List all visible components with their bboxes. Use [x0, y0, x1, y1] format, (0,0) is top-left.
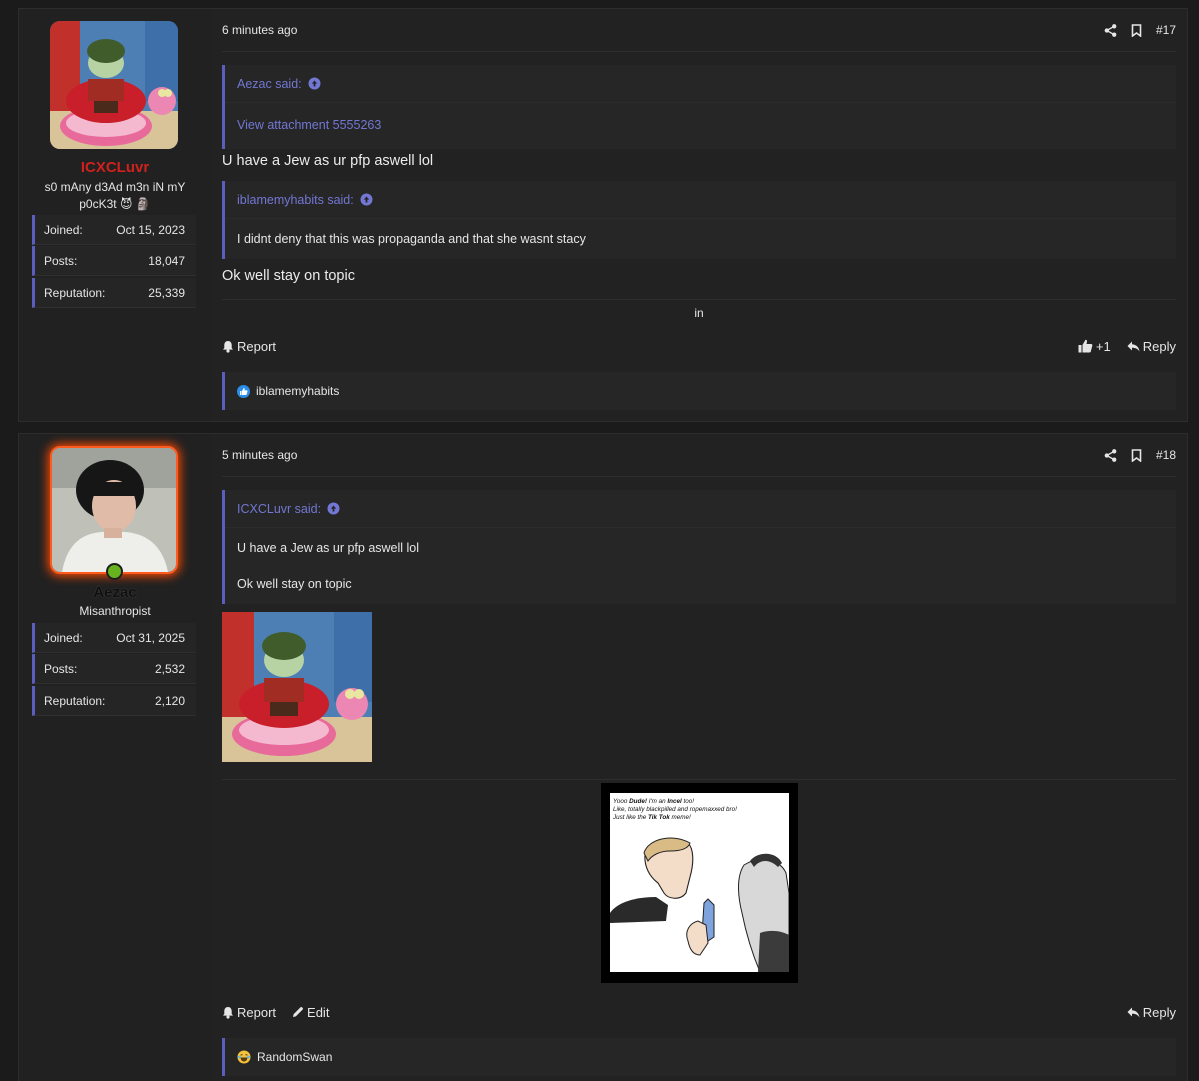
- reactions-bar[interactable]: iblamemyhabits: [222, 372, 1176, 410]
- quote-block: Aezac said: View attachment 5555263: [222, 65, 1176, 149]
- edit-label: Edit: [307, 1004, 330, 1020]
- share-icon[interactable]: [1104, 448, 1117, 462]
- reply-icon: [1127, 341, 1140, 351]
- bookmark-icon[interactable]: [1131, 448, 1142, 462]
- like-count: +1: [1095, 338, 1111, 354]
- like-icon: [237, 384, 250, 398]
- post-time[interactable]: 6 minutes ago: [222, 23, 297, 37]
- post-actions: Report Edit Reply: [222, 1000, 1176, 1024]
- quote-header[interactable]: iblamemyhabits said:: [225, 181, 1176, 219]
- user-info-pane: ICXCLuvr s0 mAny d3Ad m3n iN mY p0cK3t 😈…: [19, 9, 211, 421]
- attached-image[interactable]: [222, 612, 372, 762]
- reply-label: Reply: [1142, 338, 1176, 354]
- laugh-emoji-icon: [237, 1050, 251, 1064]
- stat-value: 2,532: [154, 661, 185, 676]
- edit-button[interactable]: Edit: [292, 1005, 329, 1020]
- quote-author[interactable]: Aezac said:: [237, 77, 302, 91]
- online-status-indicator: [106, 563, 123, 580]
- post-header: 6 minutes ago #17: [222, 9, 1176, 52]
- reply-label: Reply: [1142, 1004, 1176, 1020]
- stat-label: Joined:: [44, 222, 83, 237]
- stat-label: Reputation:: [44, 285, 106, 300]
- avatar[interactable]: [50, 446, 178, 574]
- quote-text: U have a Jew as ur pfp aswell lol: [237, 541, 420, 555]
- reply-button[interactable]: Reply: [1127, 339, 1176, 354]
- stat-value: Oct 31, 2025: [116, 630, 185, 645]
- reactions-bar[interactable]: RandomSwan: [222, 1038, 1176, 1076]
- post-18: Aezac Misanthropist Joined: Oct 31, 2025…: [18, 433, 1188, 1081]
- stat-label: Joined:: [44, 630, 83, 645]
- post-main: 6 minutes ago #17 Aezac said: View attac…: [211, 9, 1187, 421]
- stat-value: Oct 15, 2023: [116, 222, 185, 237]
- quote-text: I didnt deny that this was propaganda an…: [237, 232, 586, 246]
- username[interactable]: Aezac: [19, 584, 211, 601]
- user-info-pane: Aezac Misanthropist Joined: Oct 31, 2025…: [19, 434, 211, 1081]
- report-button[interactable]: Report: [222, 1005, 276, 1020]
- quote-text: Ok well stay on topic: [237, 577, 352, 591]
- stat-value: 25,339: [148, 285, 185, 300]
- post-header: 5 minutes ago #18: [222, 434, 1176, 477]
- report-label: Report: [237, 338, 277, 354]
- report-label: Report: [237, 1004, 277, 1020]
- stat-reputation: Reputation: 2,120: [32, 686, 196, 716]
- jump-to-quote-icon[interactable]: [327, 502, 340, 515]
- message-text: Ok well stay on topic: [222, 268, 355, 284]
- message-text: U have a Jew as ur pfp aswell lol: [222, 153, 434, 169]
- reaction-user[interactable]: RandomSwan: [257, 1050, 332, 1064]
- post-main: 5 minutes ago #18 ICXCLuvr said: U have …: [211, 434, 1187, 1081]
- reply-icon: [1127, 1007, 1140, 1017]
- stat-reputation: Reputation: 25,339: [32, 278, 196, 308]
- share-icon[interactable]: [1104, 23, 1117, 37]
- quote-header[interactable]: Aezac said:: [225, 65, 1176, 103]
- bell-icon: [223, 340, 233, 353]
- stat-label: Reputation:: [44, 693, 106, 708]
- username[interactable]: ICXCLuvr: [19, 159, 211, 176]
- stat-joined: Joined: Oct 15, 2023: [32, 215, 196, 245]
- quote-author[interactable]: iblamemyhabits said:: [237, 193, 354, 207]
- jump-to-quote-icon[interactable]: [308, 77, 321, 90]
- post-actions: Report +1 Reply: [222, 334, 1176, 358]
- post-time[interactable]: 5 minutes ago: [222, 448, 297, 462]
- stat-joined: Joined: Oct 31, 2025: [32, 623, 196, 653]
- like-button[interactable]: +1: [1078, 339, 1111, 354]
- signature-text: in: [694, 306, 704, 320]
- meme-image-frame[interactable]: Yooo Dude! I'm an Incel too! Like, total…: [601, 783, 798, 983]
- user-title: s0 mAny d3Ad m3n iN mY p0cK3t 😈 🗿: [44, 180, 186, 211]
- user-title: Misanthropist: [79, 604, 151, 618]
- bookmark-icon[interactable]: [1131, 23, 1142, 37]
- stat-value: 18,047: [148, 253, 185, 268]
- quote-block: iblamemyhabits said: I didnt deny that t…: [222, 181, 1176, 259]
- quote-block: ICXCLuvr said: U have a Jew as ur pfp as…: [222, 490, 1176, 604]
- quote-header[interactable]: ICXCLuvr said:: [225, 490, 1176, 528]
- avatar[interactable]: [50, 21, 178, 149]
- stat-label: Posts:: [44, 661, 78, 676]
- jump-to-quote-icon[interactable]: [360, 193, 373, 206]
- stat-label: Posts:: [44, 253, 78, 268]
- post-number[interactable]: #17: [1156, 23, 1176, 37]
- post-17: ICXCLuvr s0 mAny d3Ad m3n iN mY p0cK3t 😈…: [18, 8, 1188, 422]
- report-button[interactable]: Report: [222, 339, 276, 354]
- thumbs-up-icon: [1078, 339, 1093, 353]
- meme-image: Yooo Dude! I'm an Incel too! Like, total…: [610, 793, 789, 972]
- bell-icon: [223, 1006, 233, 1019]
- attachment-link[interactable]: View attachment 5555263: [237, 118, 381, 132]
- reaction-user[interactable]: iblamemyhabits: [256, 384, 339, 398]
- divider: [222, 299, 1176, 300]
- stat-value: 2,120: [154, 693, 185, 708]
- reply-button[interactable]: Reply: [1127, 1005, 1176, 1020]
- post-number[interactable]: #18: [1156, 448, 1176, 462]
- pencil-icon: [293, 1007, 304, 1017]
- stat-posts: Posts: 2,532: [32, 654, 196, 684]
- quote-author[interactable]: ICXCLuvr said:: [237, 502, 321, 516]
- divider: [222, 779, 1176, 780]
- stat-posts: Posts: 18,047: [32, 246, 196, 276]
